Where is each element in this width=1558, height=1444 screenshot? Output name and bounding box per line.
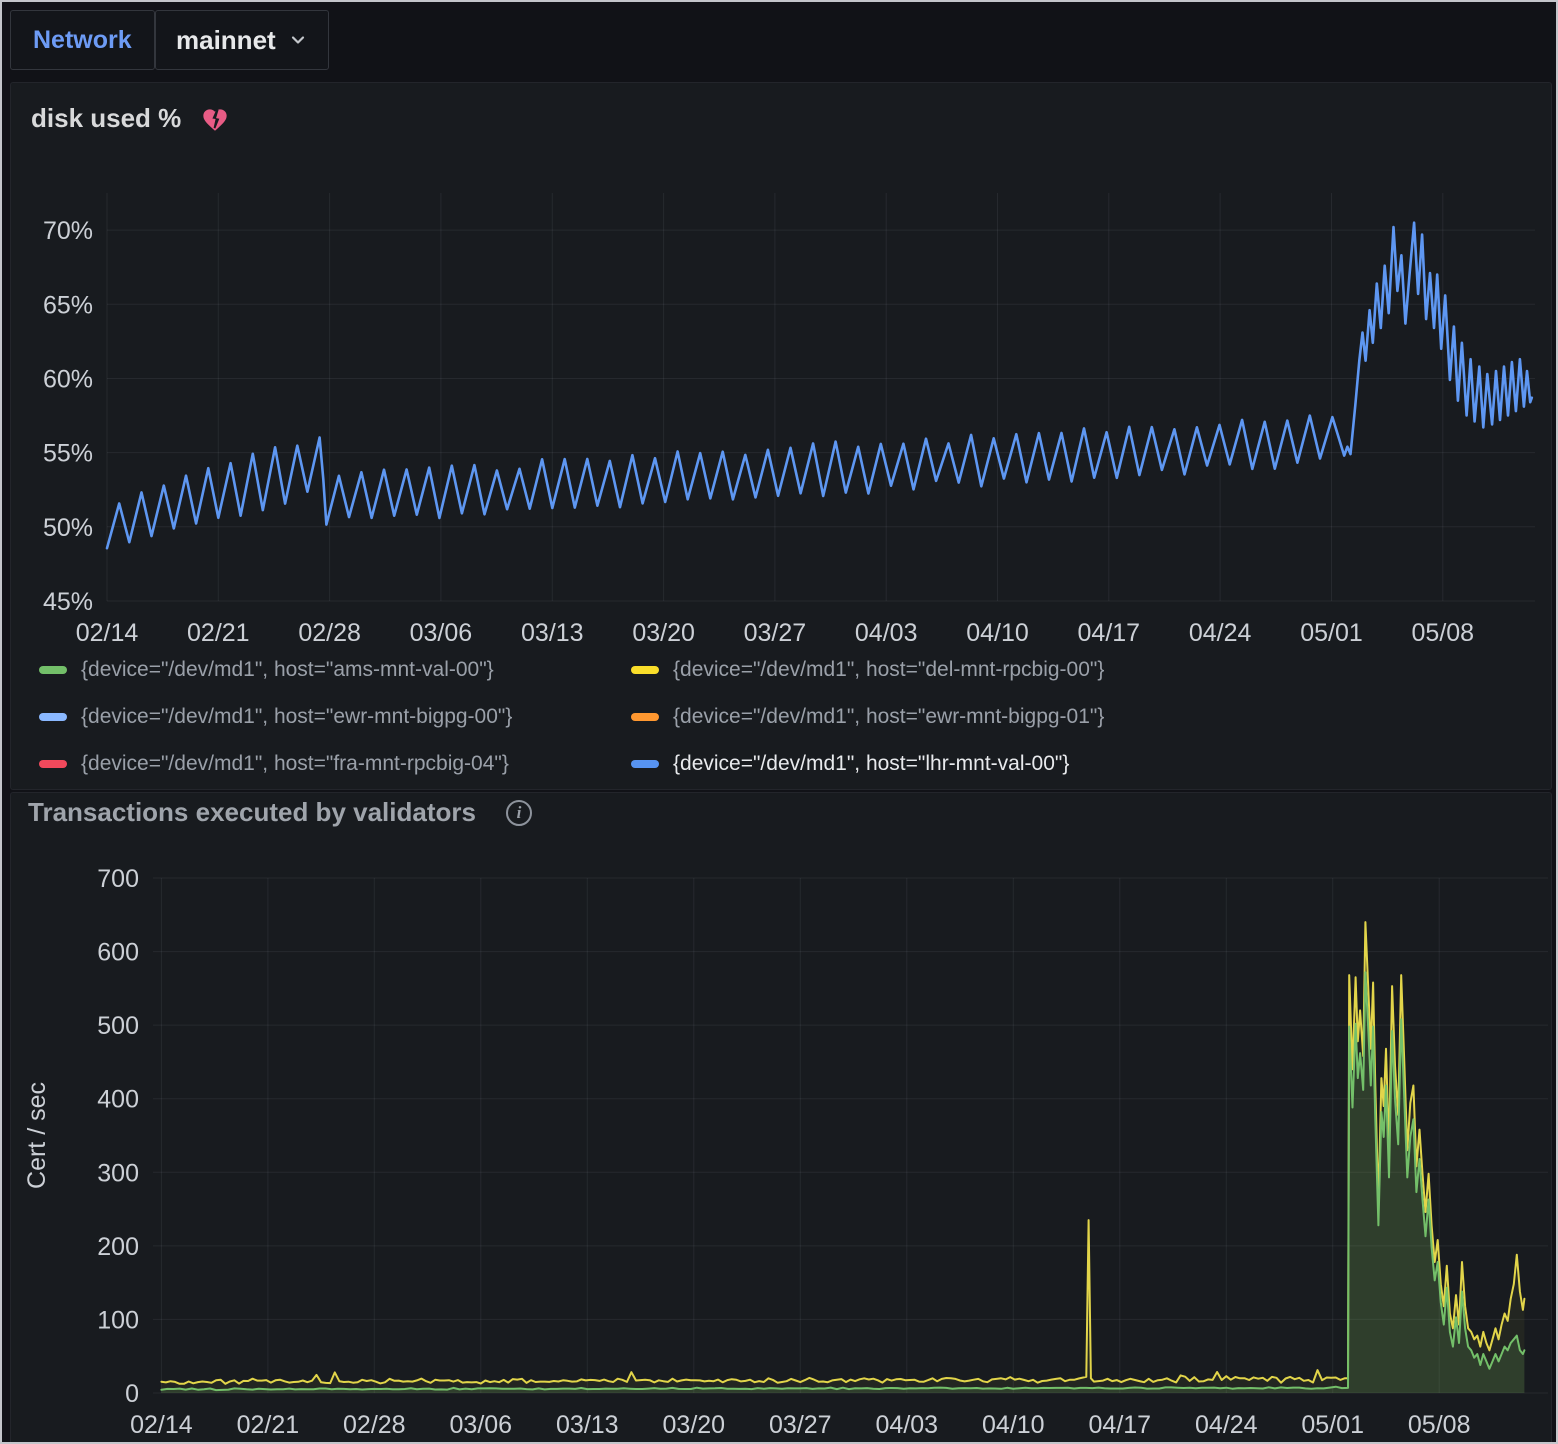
series-line [161,922,1524,1384]
x-tick-label: 04/03 [876,1411,939,1439]
x-tick-label: 04/17 [1089,1411,1152,1439]
x-tick-label: 02/14 [130,1411,193,1439]
x-tick-label: 03/06 [450,1411,513,1439]
x-tick-label: 05/01 [1300,619,1363,647]
disk-panel-header[interactable]: disk used % [31,103,229,134]
disk-used-chart[interactable]: 02/14 02/21 02/28 03/06 03/13 03/20 03/27 04/03… [11,83,1551,649]
legend-swatch [631,666,659,674]
broken-heart-icon [201,106,229,132]
y-tick-label: 60% [43,366,93,394]
x-tick-label: 02/28 [343,1411,406,1439]
transactions-panel-title[interactable]: Transactions executed by validators [28,797,476,828]
x-tick-label: 03/27 [744,619,807,647]
x-tick-label: 03/13 [556,1411,619,1439]
y-tick-label: 45% [43,588,93,616]
legend-swatch [39,713,67,721]
network-variable-dropdown[interactable]: mainnet [155,10,329,70]
legend-swatch [631,713,659,721]
y-axis-label: Cert / sec [23,1082,51,1189]
y-tick-label: 400 [97,1086,139,1114]
legend-item[interactable]: {device="/dev/md1", host="lhr-mnt-val-00… [631,749,1104,779]
legend-label[interactable]: {device="/dev/md1", host="ewr-mnt-bigpg-… [673,705,1104,729]
x-tick-label: 02/14 [76,619,139,647]
legend-swatch [631,760,659,768]
variable-bar: Network mainnet [2,2,1556,80]
x-tick-label: 03/20 [632,619,695,647]
y-tick-label: 0 [125,1380,139,1408]
legend-label[interactable]: {device="/dev/md1", host="lhr-mnt-val-00… [673,752,1069,776]
panel-transactions: Transactions executed by validators i 02… [10,792,1552,1444]
disk-legend: {device="/dev/md1", host="ams-mnt-val-00… [39,655,1104,779]
transactions-panel-header[interactable]: Transactions executed by validators i [28,797,532,828]
x-tick-label: 04/03 [855,619,918,647]
x-tick-label: 03/27 [769,1411,832,1439]
y-tick-label: 70% [43,217,93,245]
y-tick-label: 200 [97,1233,139,1261]
x-tick-label: 04/24 [1189,619,1252,647]
legend-label[interactable]: {device="/dev/md1", host="fra-mnt-rpcbig… [81,752,509,776]
info-icon[interactable]: i [506,800,532,826]
x-tick-label: 04/10 [966,619,1029,647]
panel-disk-used: disk used % 02/14 02/21 02/28 03/06 03/13 03/… [10,82,1552,790]
transactions-chart[interactable]: 02/14 02/21 02/28 03/06 03/13 03/20 03/27 04/03… [11,793,1551,1444]
network-variable-label-box: Network [10,10,155,70]
legend-item[interactable]: {device="/dev/md1", host="ewr-mnt-bigpg-… [631,702,1104,732]
x-tick-label: 04/10 [982,1411,1045,1439]
disk-panel-title[interactable]: disk used % [31,103,181,134]
y-tick-label: 100 [97,1306,139,1334]
legend-swatch [39,760,67,768]
dashboard: Network mainnet disk used % 02/1402/2102… [0,0,1558,1444]
x-tick-label: 04/17 [1078,619,1141,647]
y-tick-label: 500 [97,1012,139,1040]
y-tick-label: 50% [43,514,93,542]
x-tick-label: 05/08 [1412,619,1475,647]
y-tick-label: 700 [97,865,139,893]
legend-item[interactable]: {device="/dev/md1", host="del-mnt-rpcbig… [631,655,1104,685]
x-tick-label: 03/06 [410,619,473,647]
legend-item[interactable]: {device="/dev/md1", host="fra-mnt-rpcbig… [39,749,631,779]
x-tick-label: 03/13 [521,619,584,647]
legend-item[interactable]: {device="/dev/md1", host="ams-mnt-val-00… [39,655,631,685]
x-tick-label: 05/08 [1408,1411,1471,1439]
y-tick-label: 600 [97,939,139,967]
x-tick-label: 02/21 [187,619,250,647]
y-tick-label: 65% [43,291,93,319]
series-fill [161,972,1524,1393]
series-line [107,223,1532,549]
x-tick-label: 02/21 [237,1411,300,1439]
x-tick-label: 04/24 [1195,1411,1258,1439]
x-tick-label: 02/28 [298,619,361,647]
legend-swatch [39,666,67,674]
legend-label[interactable]: {device="/dev/md1", host="del-mnt-rpcbig… [673,658,1104,682]
y-tick-label: 55% [43,440,93,468]
series-fill [161,922,1524,1393]
y-tick-label: 300 [97,1159,139,1187]
chevron-down-icon [288,30,308,50]
x-tick-label: 05/01 [1301,1411,1364,1439]
series-line [161,972,1524,1390]
network-variable-value[interactable]: mainnet [176,25,276,56]
legend-item[interactable]: {device="/dev/md1", host="ewr-mnt-bigpg-… [39,702,631,732]
legend-label[interactable]: {device="/dev/md1", host="ewr-mnt-bigpg-… [81,705,512,729]
legend-label[interactable]: {device="/dev/md1", host="ams-mnt-val-00… [81,658,494,682]
x-tick-label: 03/20 [663,1411,726,1439]
network-variable-label: Network [33,26,132,55]
